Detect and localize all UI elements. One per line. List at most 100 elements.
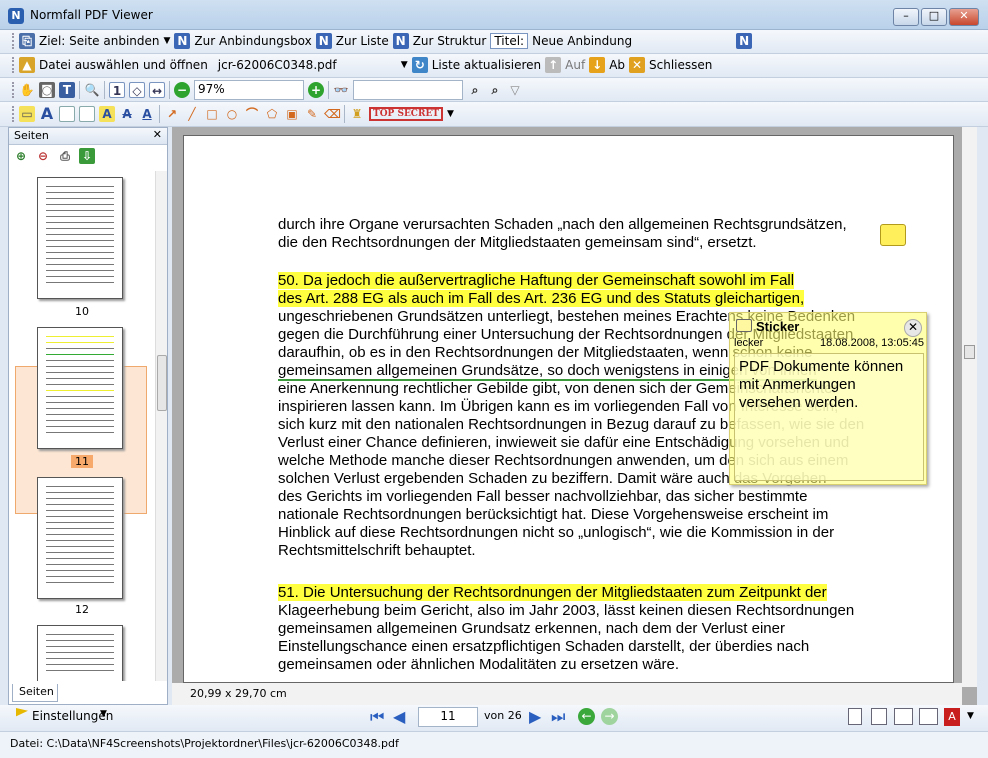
- maximize-button[interactable]: □: [921, 8, 947, 26]
- ellipse-icon[interactable]: ○: [224, 106, 240, 122]
- settings-dropdown-arrow[interactable]: ▼: [100, 709, 107, 719]
- thumbnail-scrollbar[interactable]: [155, 171, 167, 681]
- continuous-facing-icon[interactable]: [919, 708, 938, 725]
- thumb-zoom-in-icon[interactable]: ⊕: [13, 148, 29, 164]
- fit-width-icon[interactable]: ↔: [149, 82, 165, 98]
- refresh-list-button[interactable]: Liste aktualisieren: [432, 58, 541, 72]
- close-window-button[interactable]: ✕: [949, 8, 979, 26]
- scrollbar-thumb[interactable]: [964, 345, 975, 359]
- previous-page-icon[interactable]: ◀: [393, 707, 405, 726]
- polyline-icon[interactable]: ⌒: [244, 106, 260, 122]
- stamp-select[interactable]: TOP SECRET: [369, 107, 443, 121]
- back-icon[interactable]: ←: [578, 708, 595, 725]
- actual-size-icon[interactable]: 1: [109, 82, 125, 98]
- single-page-icon[interactable]: [848, 708, 862, 725]
- facing-pages-icon[interactable]: [894, 708, 913, 725]
- to-list-button[interactable]: Zur Liste: [336, 34, 389, 48]
- document-horizontal-scrollbar[interactable]: 20,99 x 29,70 cm: [172, 683, 962, 705]
- page-thumbnail[interactable]: [37, 177, 123, 299]
- page-thumbnail[interactable]: [37, 625, 123, 681]
- open-file-icon: ▲: [19, 57, 35, 73]
- close-file-button[interactable]: Schliessen: [649, 58, 712, 72]
- export-dropdown-arrow[interactable]: ▼: [967, 711, 974, 721]
- first-page-icon[interactable]: ⏮: [370, 707, 384, 727]
- to-structure-button[interactable]: Zur Struktur: [413, 34, 487, 48]
- rectangle-icon[interactable]: □: [204, 106, 220, 122]
- callout-icon[interactable]: [59, 106, 75, 122]
- sticker-close-button[interactable]: ✕: [904, 319, 922, 337]
- stamp-dropdown-arrow[interactable]: ▼: [447, 109, 454, 119]
- text-span: Einstellungschance einen ersatzpflichtig…: [278, 638, 810, 655]
- last-page-icon[interactable]: ⏭: [551, 707, 565, 727]
- toolbar-grip[interactable]: [12, 33, 15, 49]
- sticker-note-icon[interactable]: [880, 224, 906, 246]
- document-vertical-scrollbar[interactable]: [962, 127, 977, 687]
- text-box-icon[interactable]: A: [39, 106, 55, 122]
- file-select[interactable]: jcr-62006C0348.pdf: [212, 58, 397, 72]
- open-file-button[interactable]: Datei auswählen und öffnen: [39, 58, 208, 72]
- zoom-select[interactable]: 97%: [194, 80, 304, 100]
- up-button[interactable]: Auf: [565, 58, 585, 72]
- list-icon: N: [315, 33, 332, 49]
- text-select-icon[interactable]: T: [59, 82, 75, 98]
- filter-icon[interactable]: ▽: [507, 82, 523, 98]
- file-select-arrow[interactable]: ▼: [401, 60, 408, 70]
- sticker-popup[interactable]: Sticker ✕ lecker 18.08.2008, 13:05:45 PD…: [729, 312, 927, 485]
- text-line: 51. Die Untersuchung der Rechtsordnungen…: [278, 584, 827, 602]
- arrow-icon[interactable]: ↗: [164, 106, 180, 122]
- target-dropdown[interactable]: Ziel: Seite anbinden: [39, 34, 160, 48]
- text-line: des Art. 288 EG als auch im Fall des Art…: [278, 290, 805, 308]
- minimize-button[interactable]: –: [893, 8, 919, 26]
- print-icon[interactable]: ⎙: [57, 148, 73, 164]
- close-panel-icon[interactable]: ✕: [153, 128, 162, 141]
- find-next-icon[interactable]: ⌕: [487, 82, 503, 98]
- scrollbar-thumb[interactable]: [157, 355, 167, 411]
- forward-icon[interactable]: →: [601, 708, 618, 725]
- toolbar-grip[interactable]: [12, 82, 15, 98]
- zoom-out-icon[interactable]: −: [174, 82, 190, 98]
- next-page-icon[interactable]: ▶: [529, 707, 541, 726]
- page-thumbnail[interactable]: [37, 477, 123, 599]
- normfall-logo-icon[interactable]: N: [736, 33, 753, 49]
- fit-page-icon[interactable]: ◇: [129, 82, 145, 98]
- toolbar-view: ✋ ◙ T 🔍 1 ◇ ↔ − 97% + 👓 ⌕ ⌕ ▽: [0, 78, 988, 102]
- tab-seiten[interactable]: Seiten: [12, 684, 58, 702]
- down-button[interactable]: Ab: [609, 58, 625, 72]
- cloud-icon[interactable]: ▣: [284, 106, 300, 122]
- highlight-icon[interactable]: A: [99, 106, 115, 122]
- strikeout-icon[interactable]: A: [119, 106, 135, 122]
- textfield-icon[interactable]: [79, 106, 95, 122]
- pdf-export-icon[interactable]: A: [944, 708, 960, 726]
- sticker-body[interactable]: PDF Dokumente können mit Anmerkungen ver…: [734, 353, 924, 481]
- text-span: durch ihre Organe verursachten Schaden „…: [278, 216, 847, 233]
- toolbar-grip[interactable]: [12, 106, 15, 122]
- find-icon[interactable]: 👓: [333, 82, 349, 98]
- text-line: Rechtsmittelschrift behauptet.: [278, 542, 476, 560]
- find-previous-icon[interactable]: ⌕: [467, 82, 483, 98]
- page-thumbnail-selected[interactable]: [37, 327, 123, 449]
- thumbnail-list[interactable]: 10 11 12: [9, 171, 155, 681]
- pencil-icon[interactable]: ✎: [304, 106, 320, 122]
- eraser-icon[interactable]: ⌫: [324, 106, 341, 122]
- toolbar-grip[interactable]: [12, 57, 15, 73]
- line-icon[interactable]: ╱: [184, 106, 200, 122]
- hand-tool-icon[interactable]: ✋: [19, 82, 35, 98]
- app-icon: N: [8, 8, 24, 24]
- text-line: Klageerhebung beim Gericht, also im Jahr…: [278, 602, 854, 620]
- title-input[interactable]: Neue Anbindung: [532, 34, 732, 48]
- target-dropdown-arrow[interactable]: ▼: [164, 36, 171, 46]
- polygon-icon[interactable]: ⬠: [264, 106, 280, 122]
- underline-icon[interactable]: A: [139, 106, 155, 122]
- export-icon[interactable]: ⇩: [79, 148, 95, 164]
- search-input[interactable]: [353, 80, 463, 100]
- continuous-page-icon[interactable]: [871, 708, 887, 725]
- stamp-icon[interactable]: ♜: [349, 106, 365, 122]
- zoom-tool-icon[interactable]: 🔍: [84, 82, 100, 98]
- page-number-input[interactable]: 11: [418, 707, 478, 727]
- zoom-in-icon[interactable]: +: [308, 82, 324, 98]
- to-binding-box-button[interactable]: Zur Anbindungsbox: [194, 34, 311, 48]
- thumb-zoom-out-icon[interactable]: ⊖: [35, 148, 51, 164]
- snapshot-icon[interactable]: ◙: [39, 82, 55, 98]
- highlighted-text: 50. Da jedoch die außervertragliche Haft…: [278, 272, 795, 289]
- note-icon[interactable]: ▭: [19, 106, 35, 122]
